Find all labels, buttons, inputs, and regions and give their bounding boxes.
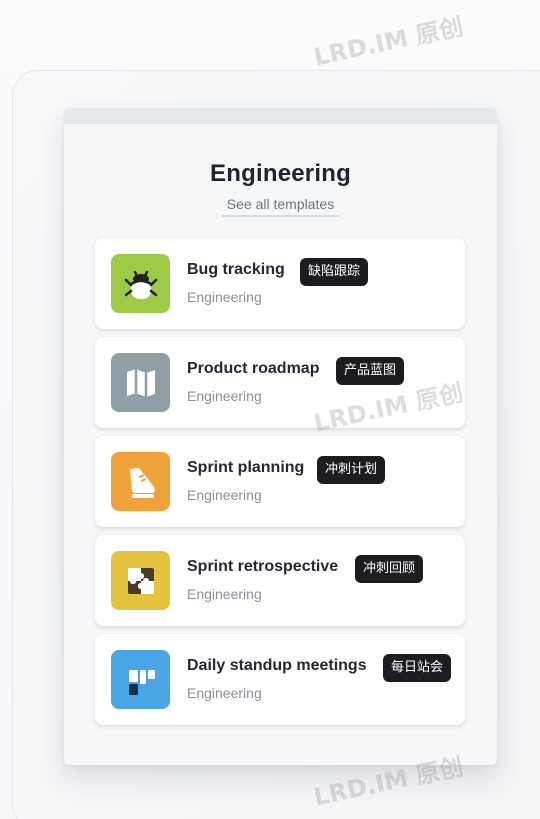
bug-icon <box>111 254 170 313</box>
template-category: Engineering <box>187 586 262 602</box>
template-panel: Engineering See all templates Bug tracki… <box>64 108 497 765</box>
template-card-sprint-retrospective[interactable]: Sprint retrospective Engineering 冲刺回顾 <box>95 535 465 626</box>
template-name: Bug tracking <box>187 261 285 278</box>
panel-title: Engineering <box>210 160 351 187</box>
template-name: Daily standup meetings <box>187 657 367 674</box>
template-badge: 产品蓝图 <box>336 357 405 385</box>
canvas: Engineering See all templates Bug tracki… <box>0 0 540 819</box>
template-category: Engineering <box>187 487 262 503</box>
see-all-templates-link[interactable]: See all templates <box>221 196 340 217</box>
template-name: Sprint planning <box>187 459 305 476</box>
template-name: Sprint retrospective <box>187 558 339 575</box>
template-badge: 冲刺回顾 <box>355 555 424 583</box>
template-badge: 冲刺计划 <box>317 456 386 484</box>
template-category: Engineering <box>187 685 262 701</box>
template-category: Engineering <box>187 388 262 404</box>
board-icon <box>111 650 170 709</box>
template-name: Product roadmap <box>187 360 320 377</box>
template-card-daily-standup-meetings[interactable]: Daily standup meetings Engineering 每日站会 <box>95 634 465 725</box>
map-icon <box>111 353 170 412</box>
watermark: LRD.IM 原创 <box>311 12 466 72</box>
template-card-product-roadmap[interactable]: Product roadmap Engineering 产品蓝图 <box>95 337 465 428</box>
sneaker-icon <box>111 452 170 511</box>
template-list: Bug tracking Engineering 缺陷跟踪 Product ro… <box>95 238 465 733</box>
template-card-bug-tracking[interactable]: Bug tracking Engineering 缺陷跟踪 <box>95 238 465 329</box>
template-category: Engineering <box>187 289 262 305</box>
template-badge: 每日站会 <box>383 654 452 682</box>
puzzle-icon <box>111 551 170 610</box>
panel-top-bar <box>64 108 497 124</box>
template-badge: 缺陷跟踪 <box>300 258 369 286</box>
template-card-sprint-planning[interactable]: Sprint planning Engineering 冲刺计划 <box>95 436 465 527</box>
